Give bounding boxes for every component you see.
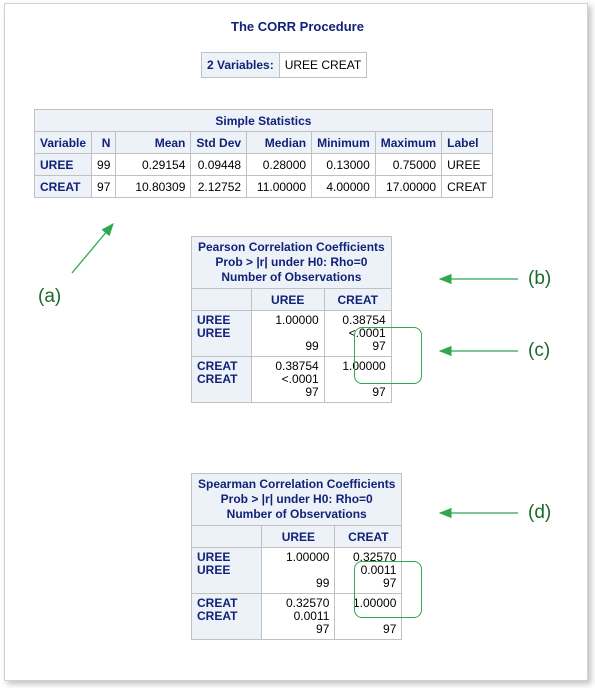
annotation-b: (b) <box>528 268 552 289</box>
annotation-d: (d) <box>528 502 552 523</box>
annotation-arrows <box>71 223 518 519</box>
annotation-c: (c) <box>528 340 551 361</box>
arrow-a-icon <box>71 223 114 274</box>
annotation-a: (a) <box>38 286 62 307</box>
